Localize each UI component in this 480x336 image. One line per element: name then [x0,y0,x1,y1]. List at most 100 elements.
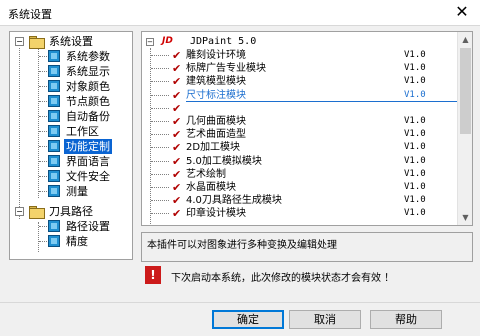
checkmark-icon[interactable]: ✔ [172,155,181,168]
title-bar: 系统设置 ✕ [0,0,480,26]
tree-line [39,241,47,242]
module-row[interactable]: ✔ 艺术曲面造型 V1.0 [142,128,458,141]
page-icon [48,140,60,152]
module-row[interactable]: ✔ [142,102,458,115]
checkmark-icon[interactable]: ✔ [172,181,181,194]
tree-line [151,187,169,188]
module-row[interactable]: ✔ 2D加工模块 V1.0 [142,141,458,154]
settings-tree[interactable]: − 系统设置 系统参数 系统显示 对象颜色 节点颜色 自动备份 工作区 功能定制 界面语言 文件… [9,31,133,260]
module-description: 本插件可以对图象进行多种变换及编辑处理 [141,232,473,262]
collapse-icon[interactable]: − [15,37,24,46]
module-row[interactable]: ✔ 印章设计模块 V1.0 [142,207,458,220]
tree-item-label: 对象颜色 [66,80,110,93]
scroll-up-icon[interactable]: ▲ [458,32,472,47]
module-name: 印章设计模块 [186,208,246,220]
tree-line [151,81,169,83]
checkmark-icon[interactable]: ✔ [172,194,181,207]
tree-item[interactable]: 测量 [10,184,132,199]
tree-line [151,107,169,109]
tree-item[interactable]: 路径设置 [10,219,132,234]
tree-item[interactable]: 系统参数 [10,49,132,64]
module-name: 雕刻设计环境 [186,50,246,61]
module-version: V1.0 [404,155,426,166]
module-row[interactable]: ✔ 尺寸标注模块 V1.0 [142,89,458,102]
warning-text: 下次启动本系统，此次修改的模块状态才会有效 ！ [171,273,395,284]
collapse-icon[interactable]: − [15,207,24,216]
tree-item-label: 测量 [66,185,88,198]
tree-item-label: 工作区 [66,125,99,138]
tree-item[interactable]: 文件安全 [10,169,132,184]
tree-line [151,147,169,149]
module-version: V1.0 [404,116,426,126]
window-title: 系统设置 [8,8,52,21]
checkmark-icon[interactable]: ✔ [172,75,181,88]
page-icon [48,235,60,247]
dialog-client: − 系统设置 系统参数 系统显示 对象颜色 节点颜色 自动备份 工作区 功能定制 界面语言 文件… [0,26,480,336]
module-name: 2D加工模块 [186,142,241,154]
module-version: V1.0 [404,195,426,206]
module-row[interactable]: ✔ 建筑模型模块 V1.0 [142,75,458,88]
module-root-label: JDPaint 5.0 [190,36,257,47]
module-version: V1.0 [404,76,426,87]
module-name: 艺术曲面造型 [186,129,246,141]
page-icon [48,80,60,92]
tree-label: 刀具路径 [49,205,93,218]
tree-line [151,160,169,162]
tree-item[interactable]: 工作区 [10,124,132,139]
module-name: 5.0加工模拟模块 [186,155,262,167]
tree-item-selected[interactable]: 功能定制 [10,139,132,154]
tree-item[interactable]: 界面语言 [10,154,132,169]
tree-item[interactable]: 对象颜色 [10,79,132,94]
tree-line [39,191,47,192]
collapse-icon[interactable]: − [146,38,154,46]
scroll-down-icon[interactable]: ▼ [458,210,472,225]
module-name: 艺术绘制 [186,168,226,180]
module-name: 建筑模型模块 [186,76,246,88]
module-row[interactable]: ✔ 几何曲面模块 V1.0 [142,115,458,128]
module-name: 4.0刀具路径生成模块 [186,195,282,207]
module-version: V1.0 [404,63,426,74]
module-row[interactable]: ✔ 水晶面模块 V1.0 [142,181,458,194]
module-version: V1.0 [404,129,426,140]
ok-button[interactable]: 确定 [212,310,284,329]
tree-line [39,86,47,87]
scrollbar-thumb[interactable] [460,48,471,134]
warning-icon: ! [145,266,161,284]
tree-node-toolpath[interactable]: − 刀具路径 [10,204,132,219]
module-row[interactable]: ✔ 5.0加工模拟模块 V1.0 [142,155,458,168]
module-list[interactable]: − JD JDPaint 5.0 ✔ 雕刻设计环境 V1.0 ✔ 标牌广告专业模块 V1.… [141,31,473,226]
tree-item[interactable]: 系统显示 [10,64,132,79]
checkmark-icon[interactable]: ✔ [172,141,181,154]
module-row[interactable]: ✔ 艺术绘制 V1.0 [142,168,458,181]
cancel-button[interactable]: 取消 [289,310,361,329]
folder-icon [29,206,45,219]
tree-item[interactable]: 自动备份 [10,109,132,124]
module-version: V1.0 [404,168,426,179]
jd-logo-icon: JD [162,36,173,46]
tree-line [151,173,169,175]
checkmark-icon[interactable]: ✔ [172,89,181,102]
tree-label: 系统设置 [49,35,93,48]
tree-line [151,200,169,202]
checkmark-icon[interactable]: ✔ [172,49,181,62]
tree-line [151,94,169,96]
checkmark-icon[interactable]: ✔ [172,115,181,128]
module-row[interactable]: ✔ 标牌广告专业模块 V1.0 [142,62,458,75]
module-list-scrollbar[interactable]: ▲ ▼ [457,32,472,225]
tree-item[interactable]: 精度 [10,234,132,249]
module-row[interactable]: ✔ 雕刻设计环境 V1.0 [142,49,458,62]
checkmark-icon[interactable]: ✔ [172,62,181,75]
tree-line [39,161,47,162]
tree-line [151,213,169,215]
checkmark-icon[interactable]: ✔ [172,128,181,141]
close-icon[interactable]: ✕ [452,2,472,22]
checkmark-icon[interactable]: ✔ [172,102,181,115]
module-version: V1.0 [404,50,426,60]
help-button[interactable]: 帮助 [370,310,442,329]
tree-item[interactable]: 节点颜色 [10,94,132,109]
checkmark-icon[interactable]: ✔ [172,168,181,181]
tree-node-system-settings[interactable]: − 系统设置 [10,34,132,49]
module-row[interactable]: ✔ 4.0刀具路径生成模块 V1.0 [142,194,458,207]
page-icon [48,170,60,182]
checkmark-icon[interactable]: ✔ [172,207,181,220]
